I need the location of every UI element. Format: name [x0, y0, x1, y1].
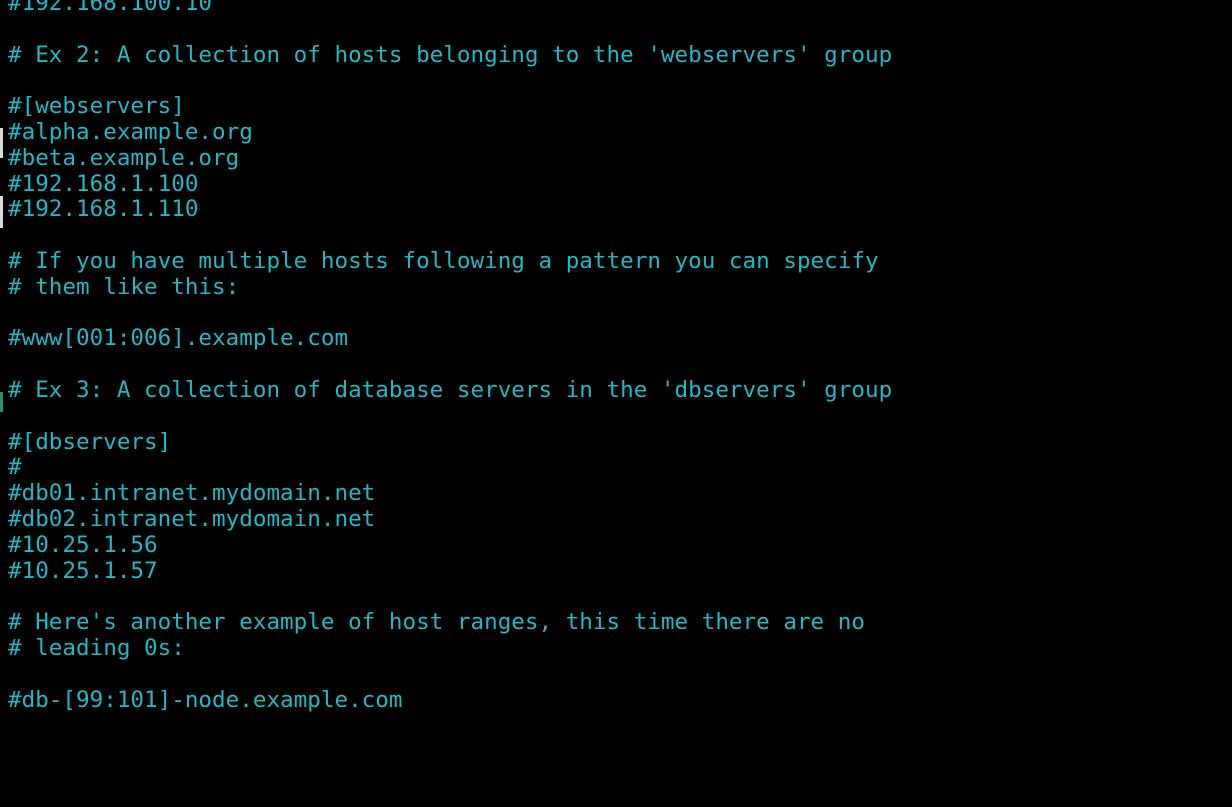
- comment-line: # If you have multiple hosts following a…: [8, 247, 879, 274]
- blank-line: [8, 301, 892, 327]
- config-line: #: [8, 454, 22, 481]
- blank-line: [8, 662, 892, 688]
- config-line: #10.25.1.57: [8, 557, 158, 584]
- blank-line: [8, 68, 892, 94]
- config-line: #db-[99:101]-node.example.com: [8, 686, 403, 713]
- config-line: #192.168.100.10: [8, 0, 213, 16]
- config-line: #www[001:006].example.com: [8, 325, 349, 352]
- comment-line: # leading 0s:: [8, 634, 185, 661]
- config-line: #db01.intranet.mydomain.net: [8, 480, 376, 507]
- blank-line: [8, 765, 892, 791]
- config-line: #db02.intranet.mydomain.net: [8, 505, 376, 532]
- blank-line: [8, 739, 892, 765]
- blank-line: [8, 404, 892, 430]
- config-line: #[dbservers]: [8, 428, 172, 455]
- config-line: #[webservers]: [8, 93, 185, 120]
- comment-line: # Ex 3: A collection of database servers…: [8, 376, 893, 403]
- config-line: #192.168.1.100: [8, 170, 199, 197]
- blank-line: [8, 791, 892, 807]
- blank-line: [8, 584, 892, 610]
- config-line: #alpha.example.org: [8, 118, 253, 145]
- comment-line: # them like this:: [8, 273, 240, 300]
- comment-line: # Ex 2: A collection of hosts belonging …: [8, 41, 893, 68]
- blank-line: [8, 17, 892, 43]
- config-line: #192.168.1.110: [8, 196, 199, 223]
- blank-line: [8, 352, 892, 378]
- config-line: #10.25.1.56: [8, 531, 158, 558]
- file-content[interactable]: #192.168.100.10 # Ex 2: A collection of h…: [8, 0, 892, 807]
- edge-artifact: [0, 392, 3, 412]
- config-line: #beta.example.org: [8, 144, 240, 171]
- comment-line: # Here's another example of host ranges,…: [8, 609, 865, 636]
- blank-line: [8, 713, 892, 739]
- blank-line: [8, 223, 892, 249]
- edge-artifact: [0, 196, 3, 228]
- terminal-window[interactable]: #192.168.100.10 # Ex 2: A collection of h…: [0, 0, 1232, 807]
- left-window-edge: [0, 0, 8, 807]
- edge-artifact: [0, 128, 3, 158]
